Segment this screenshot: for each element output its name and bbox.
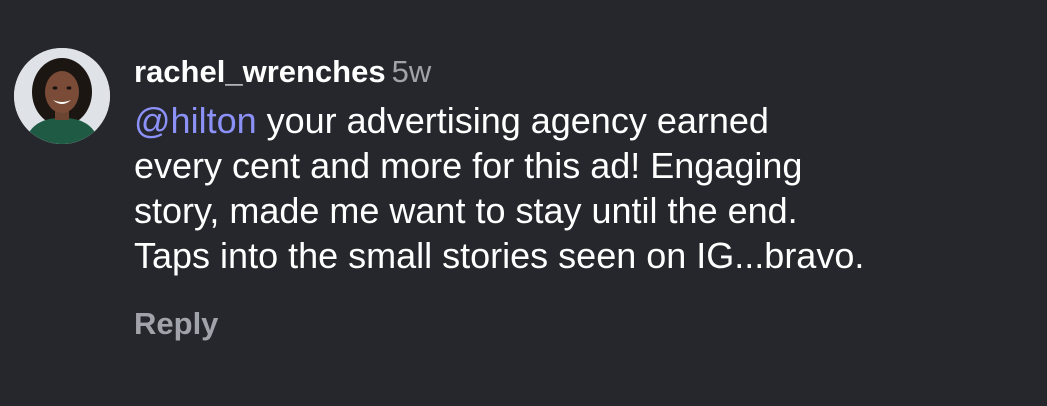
comment-text: @hilton your advertising agency earned e… xyxy=(134,98,1034,278)
avatar[interactable] xyxy=(14,48,110,144)
comment-text-line-1: your advertising agency earned xyxy=(256,100,769,141)
comment-text-line-3: story, made me want to stay until the en… xyxy=(134,190,798,231)
comment-text-line-2: every cent and more for this ad! Engagin… xyxy=(134,145,803,186)
avatar-photo-icon xyxy=(14,48,110,144)
username-link[interactable]: rachel_wrenches xyxy=(134,54,386,89)
mention-link[interactable]: @hilton xyxy=(134,100,257,141)
comment-body: rachel_wrenches 5w @hilton your advertisi… xyxy=(134,52,1034,342)
comment-text-line-4: Taps into the small stories seen on IG..… xyxy=(134,235,865,276)
reply-button[interactable]: Reply xyxy=(134,306,218,342)
comment-timestamp: 5w xyxy=(391,54,432,89)
comment: rachel_wrenches 5w @hilton your advertisi… xyxy=(0,0,1047,406)
comment-header: rachel_wrenches 5w xyxy=(134,52,1034,92)
